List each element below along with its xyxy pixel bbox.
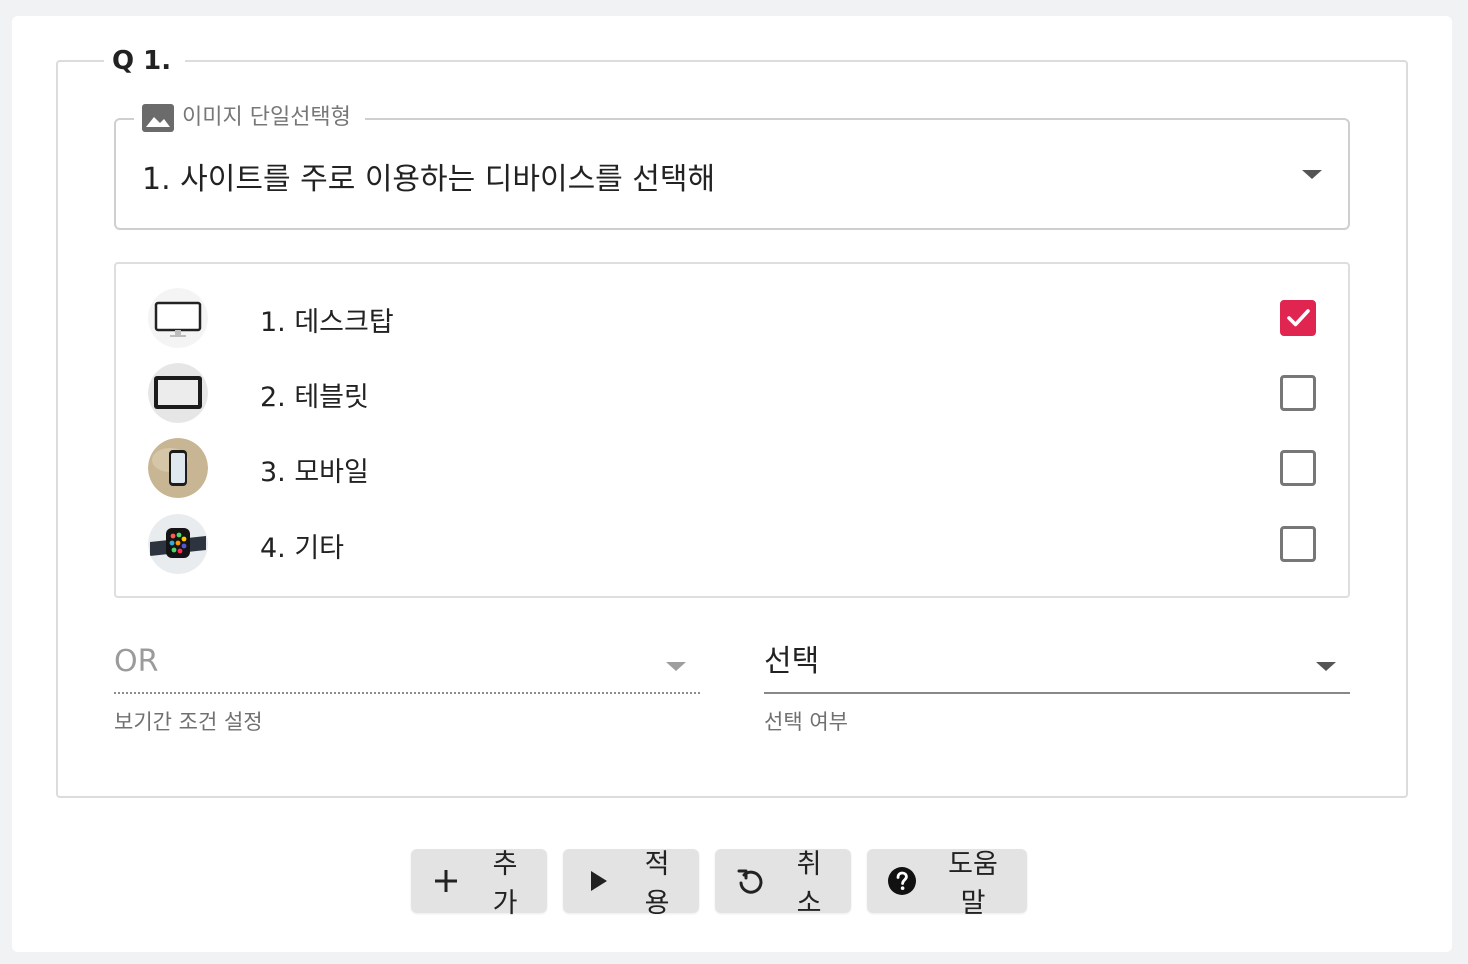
- condition-select[interactable]: OR 보기간 조건 설정: [114, 642, 700, 738]
- plus-icon: [431, 866, 461, 896]
- option-checkbox[interactable]: [1280, 450, 1316, 486]
- apply-button-label: 적용: [644, 849, 670, 919]
- option-label: 2. 테블릿: [260, 382, 369, 413]
- list-item[interactable]: 2. 테블릿: [116, 361, 1348, 425]
- tablet-thumbnail-icon: [148, 363, 208, 423]
- help-icon: [887, 866, 917, 896]
- add-button-label: 추가: [492, 849, 518, 919]
- option-label: 4. 기타: [260, 533, 345, 564]
- question-number: Q 1.: [104, 46, 186, 76]
- option-label: 1. 데스크탑: [260, 307, 394, 338]
- condition-helper-text: 보기간 조건 설정: [114, 710, 263, 734]
- mobile-thumbnail-icon: [148, 438, 208, 498]
- question-type-label: 이미지 단일선택형: [182, 105, 351, 130]
- cancel-button[interactable]: 취소: [715, 849, 851, 919]
- divider: [114, 692, 700, 694]
- undo-icon: [735, 866, 765, 896]
- question-type-legend: 이미지 단일선택형: [134, 104, 365, 132]
- option-checkbox[interactable]: [1280, 300, 1316, 336]
- desktop-thumbnail-icon: [148, 288, 208, 348]
- option-checkbox[interactable]: [1280, 526, 1316, 562]
- list-item[interactable]: 1. 데스크탑: [116, 286, 1348, 350]
- list-item[interactable]: 3. 모바일: [116, 436, 1348, 500]
- selection-helper-text: 선택 여부: [764, 710, 848, 734]
- question-type-select[interactable]: 이미지 단일선택형 1. 사이트를 주로 이용하는 디바이스를 선택해: [114, 104, 1350, 230]
- list-item[interactable]: 4. 기타: [116, 512, 1348, 576]
- option-label: 3. 모바일: [260, 457, 369, 488]
- selection-select-value: 선택: [764, 644, 820, 679]
- condition-select-value: OR: [114, 644, 159, 679]
- question-card: Q 1. 이미지 단일선택형 1. 사이트를 주로 이용하는 디바이스를 선택해: [12, 16, 1452, 952]
- image-icon: [142, 104, 174, 132]
- question-title-value: 1. 사이트를 주로 이용하는 디바이스를 선택해: [142, 162, 716, 197]
- help-button-label: 도움말: [948, 849, 998, 919]
- divider: [764, 692, 1350, 694]
- smartwatch-thumbnail-icon: [148, 514, 208, 574]
- apply-button[interactable]: 적용: [563, 849, 699, 919]
- add-button[interactable]: 추가: [411, 849, 547, 919]
- chevron-down-icon: [666, 662, 686, 671]
- option-checkbox[interactable]: [1280, 375, 1316, 411]
- action-bar: 추가 적용 취소 도움말: [411, 849, 1027, 919]
- options-list: 1. 데스크탑 2. 테블릿 3. 모바일 4. 기타: [114, 262, 1350, 598]
- play-icon: [583, 866, 613, 896]
- help-button[interactable]: 도움말: [867, 849, 1027, 919]
- chevron-down-icon: [1316, 662, 1336, 671]
- question-fieldset: Q 1. 이미지 단일선택형 1. 사이트를 주로 이용하는 디바이스를 선택해: [56, 46, 1408, 798]
- chevron-down-icon: [1302, 170, 1322, 179]
- selection-select[interactable]: 선택 선택 여부: [764, 642, 1350, 738]
- cancel-button-label: 취소: [796, 849, 822, 919]
